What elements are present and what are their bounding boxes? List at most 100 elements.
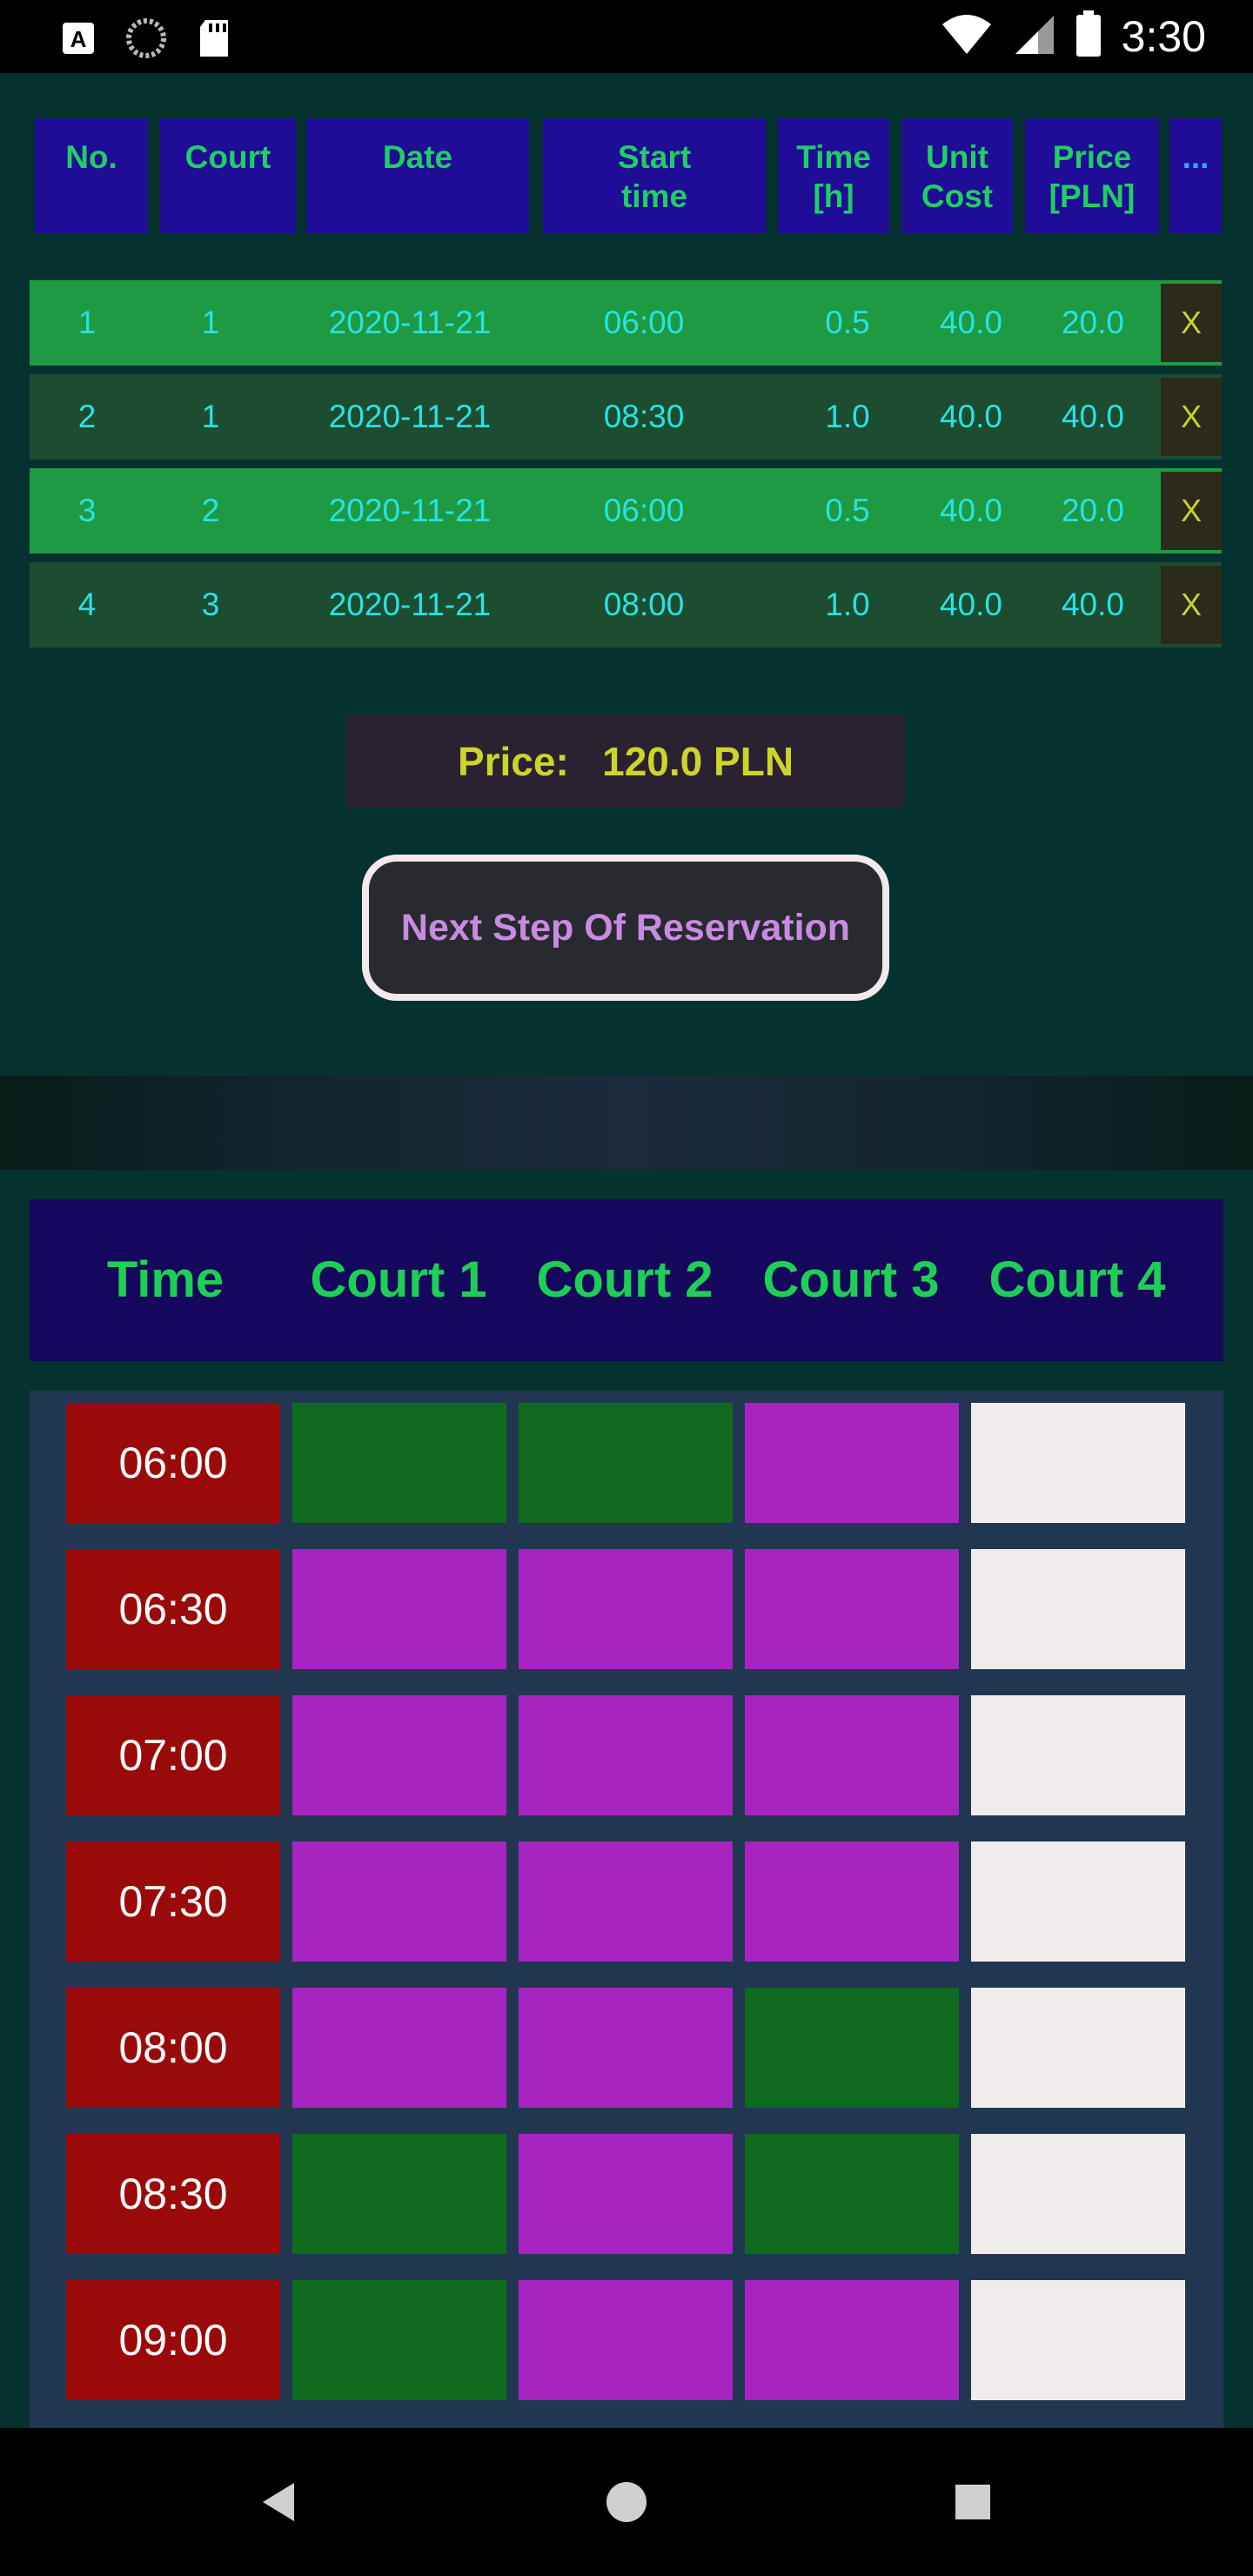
navigation-bar <box>0 2428 1253 2576</box>
court-2-slot-free[interactable] <box>519 1988 733 2108</box>
court-4-slot-unavailable <box>971 2134 1185 2254</box>
time-slot-label: 07:00 <box>66 1695 280 1815</box>
court-3-slot-free[interactable] <box>745 1695 959 1815</box>
cell-unit-cost: 40.0 <box>939 399 1002 434</box>
schedule-header-time: Time <box>106 1251 224 1308</box>
header-start-time: Start time <box>543 118 766 233</box>
table-row[interactable]: 4 3 2020-11-21 08:00 1.0 40.0 40.0 X <box>30 562 1222 647</box>
cell-no: 4 <box>77 587 97 622</box>
cell-price: 20.0 <box>1061 493 1124 528</box>
court-1-slot-free[interactable] <box>292 1988 506 2108</box>
cell-no: 1 <box>77 305 97 340</box>
header-time-hours: Time [h] <box>778 118 889 233</box>
court-3-slot-free[interactable] <box>745 1549 959 1669</box>
cell-unit-cost: 40.0 <box>939 493 1002 528</box>
price-label: Price: <box>457 739 569 784</box>
court-4-slot-unavailable <box>971 1549 1185 1669</box>
header-date: Date <box>306 118 529 233</box>
home-icon[interactable] <box>574 2428 679 2576</box>
schedule-header: Time Court 1 Court 2 Court 3 Court 4 <box>30 1199 1223 1361</box>
wifi-icon <box>941 12 993 60</box>
cell-price: 40.0 <box>1061 399 1124 434</box>
court-2-slot-free[interactable] <box>519 2280 733 2400</box>
battery-icon <box>1075 10 1102 62</box>
court-4-slot-unavailable <box>971 1841 1185 1962</box>
court-1-slot-free[interactable] <box>292 1841 506 1962</box>
cell-court: 1 <box>201 305 220 340</box>
schedule-header-court-4: Court 4 <box>988 1251 1166 1308</box>
cell-hours: 1.0 <box>825 587 870 622</box>
court-1-slot-selected[interactable] <box>292 1403 506 1523</box>
time-slot-label: 06:30 <box>66 1549 280 1669</box>
table-row[interactable]: 1 1 2020-11-21 06:00 0.5 40.0 20.0 X <box>30 280 1222 366</box>
cell-start: 06:00 <box>603 493 685 528</box>
cell-start: 08:30 <box>603 399 685 434</box>
header-unit-cost: Unit Cost <box>901 118 1013 233</box>
reservation-table-header: No. Court Date Start time Time [h] Unit … <box>0 118 1253 233</box>
sd-card-icon <box>197 18 231 63</box>
header-no: No. <box>35 118 148 233</box>
court-3-slot-free[interactable] <box>745 1403 959 1523</box>
header-more[interactable]: ... <box>1169 118 1222 233</box>
court-3-slot-free[interactable] <box>745 1841 959 1962</box>
cell-unit-cost: 40.0 <box>939 587 1002 622</box>
time-slot-label: 06:00 <box>66 1403 280 1523</box>
court-4-slot-unavailable <box>971 2280 1185 2400</box>
court-2-slot-selected[interactable] <box>519 1403 733 1523</box>
time-slot-label: 08:00 <box>66 1988 280 2108</box>
court-2-slot-free[interactable] <box>519 1841 733 1962</box>
cell-hours: 0.5 <box>825 305 870 340</box>
next-step-button[interactable]: Next Step Of Reservation <box>362 855 889 1001</box>
price-value: 120.0 PLN <box>602 739 794 784</box>
court-2-slot-free[interactable] <box>519 1549 733 1669</box>
court-1-slot-free[interactable] <box>292 1695 506 1815</box>
table-row[interactable]: 2 1 2020-11-21 08:30 1.0 40.0 40.0 X <box>30 374 1222 460</box>
table-row[interactable]: 3 2 2020-11-21 06:00 0.5 40.0 20.0 X <box>30 468 1222 553</box>
schedule-header-court-3: Court 3 <box>762 1251 940 1308</box>
a-accessibility-icon: A <box>61 21 96 60</box>
remove-reservation-button[interactable]: X <box>1161 284 1222 362</box>
cell-date: 2020-11-21 <box>328 399 492 434</box>
header-court: Court <box>160 118 296 233</box>
remove-reservation-button[interactable]: X <box>1161 472 1222 550</box>
remove-reservation-button[interactable]: X <box>1161 378 1222 456</box>
signal-icon <box>1012 12 1055 60</box>
price-summary: Price: 120.0 PLN <box>346 715 905 808</box>
app-screen: A 3:30 No. Court Date Start time Time [h… <box>0 0 1253 2576</box>
cell-start: 08:00 <box>603 587 685 622</box>
court-3-slot-selected[interactable] <box>745 2134 959 2254</box>
court-1-slot-selected[interactable] <box>292 2134 506 2254</box>
time-slot-label: 07:30 <box>66 1841 280 1962</box>
cell-hours: 0.5 <box>825 493 870 528</box>
cell-date: 2020-11-21 <box>328 305 492 340</box>
svg-text:A: A <box>70 26 87 52</box>
cell-price: 40.0 <box>1061 587 1124 622</box>
time-slot-label: 09:00 <box>66 2280 280 2400</box>
court-2-slot-free[interactable] <box>519 1695 733 1815</box>
sync-icon <box>125 17 167 64</box>
court-3-slot-selected[interactable] <box>745 1988 959 2108</box>
court-1-slot-selected[interactable] <box>292 2280 506 2400</box>
court-2-slot-free[interactable] <box>519 2134 733 2254</box>
court-3-slot-free[interactable] <box>745 2280 959 2400</box>
recents-icon[interactable] <box>921 2428 1025 2576</box>
cell-price: 20.0 <box>1061 305 1124 340</box>
cell-unit-cost: 40.0 <box>939 305 1002 340</box>
time-slot-label: 08:30 <box>66 2134 280 2254</box>
court-4-slot-unavailable <box>971 1695 1185 1815</box>
cell-hours: 1.0 <box>825 399 870 434</box>
status-bar: A 3:30 <box>0 0 1253 73</box>
remove-reservation-button[interactable]: X <box>1161 566 1222 644</box>
cell-no: 3 <box>77 493 97 528</box>
back-icon[interactable] <box>226 2428 331 2576</box>
header-price: Price [PLN] <box>1025 118 1159 233</box>
status-time: 3:30 <box>1121 11 1206 61</box>
cell-court: 3 <box>201 587 220 622</box>
schedule-header-court-2: Court 2 <box>536 1251 714 1308</box>
court-4-slot-unavailable <box>971 1403 1185 1523</box>
schedule-header-court-1: Court 1 <box>310 1251 487 1308</box>
court-1-slot-free[interactable] <box>292 1549 506 1669</box>
cell-date: 2020-11-21 <box>328 587 492 622</box>
cell-court: 1 <box>201 399 220 434</box>
cell-court: 2 <box>201 493 220 528</box>
